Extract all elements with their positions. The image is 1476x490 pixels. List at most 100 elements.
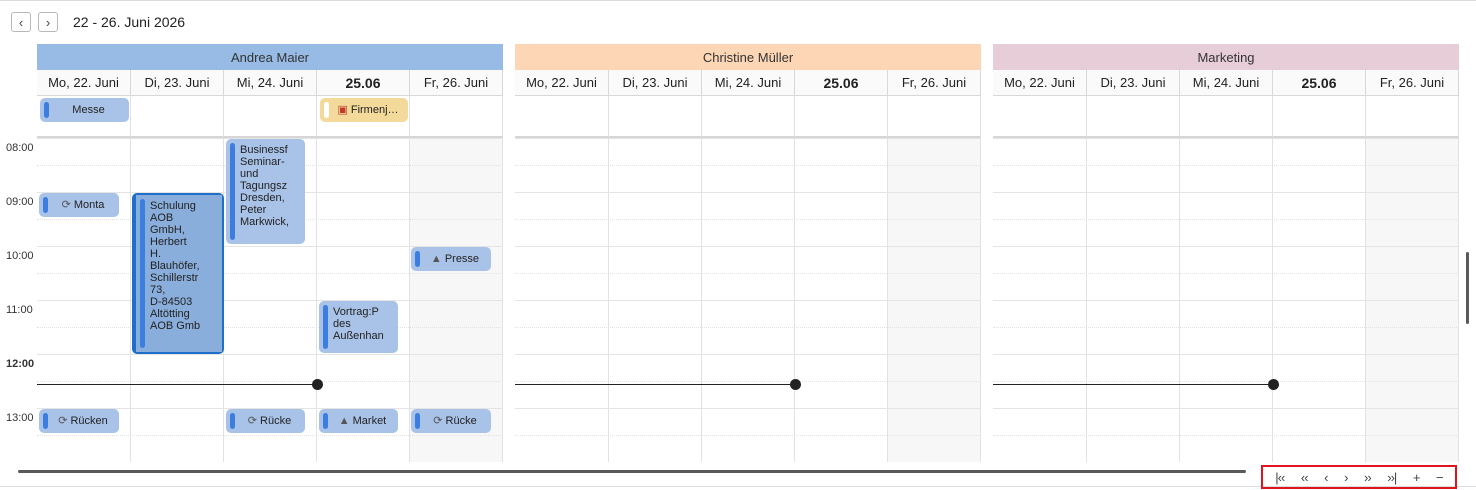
allday-cell[interactable] xyxy=(609,96,702,138)
vertical-scrollbar[interactable] xyxy=(1466,252,1469,324)
first-page-icon[interactable]: |‹‹ xyxy=(1275,470,1285,485)
half-hour-line xyxy=(993,165,1459,166)
day-header[interactable]: Di, 23. Juni xyxy=(1087,70,1180,96)
day-header[interactable]: Mo, 22. Juni xyxy=(993,70,1087,96)
day-header-today[interactable]: 25.06 xyxy=(795,70,888,96)
zoom-in-icon[interactable]: + xyxy=(1413,470,1421,485)
day-header[interactable]: Mo, 22. Juni xyxy=(515,70,609,96)
event-businessforum[interactable]: Businessf Seminar- und Tagungsz Dresden,… xyxy=(226,139,305,244)
half-hour-line xyxy=(515,165,981,166)
day-header[interactable]: Fr, 26. Juni xyxy=(410,70,503,96)
event-color-bar xyxy=(323,413,328,429)
allday-cell[interactable] xyxy=(993,96,1087,138)
refresh-icon: ⟳ xyxy=(433,415,443,427)
day-header[interactable]: Fr, 26. Juni xyxy=(1366,70,1459,96)
event-messe[interactable]: Messe xyxy=(40,98,129,122)
prev-week-button[interactable]: ‹ xyxy=(11,12,31,32)
day-header[interactable]: Mi, 24. Juni xyxy=(1180,70,1273,96)
event-title: Rücke xyxy=(260,415,292,427)
half-hour-line xyxy=(37,327,503,328)
hour-line xyxy=(993,354,1459,355)
allday-cell[interactable] xyxy=(888,96,981,138)
day-header[interactable]: Di, 23. Juni xyxy=(131,70,224,96)
now-indicator-line xyxy=(37,384,317,385)
bell-icon: ▲ xyxy=(430,253,442,265)
last-page-icon[interactable]: ››| xyxy=(1387,470,1397,485)
allday-cell[interactable] xyxy=(224,96,317,138)
hour-line xyxy=(515,300,981,301)
event-marketing[interactable]: ▲ Market xyxy=(319,409,398,433)
event-color-bar xyxy=(230,413,235,429)
hour-line xyxy=(993,192,1459,193)
resource-header[interactable]: Marketing xyxy=(993,44,1459,70)
allday-cell[interactable] xyxy=(702,96,795,138)
resource-header[interactable]: Andrea Maier xyxy=(37,44,503,70)
event-color-bar xyxy=(43,413,48,429)
event-title: Rücke xyxy=(445,415,477,427)
half-hour-line xyxy=(515,273,981,274)
chevron-right-icon: › xyxy=(45,14,51,30)
allday-cell[interactable] xyxy=(515,96,609,138)
event-schulung[interactable]: Schulung AOB GmbH, Herbert H. Blauhöfer,… xyxy=(132,193,224,354)
event-firmenjubilaeum[interactable]: ▣ Firmenj… xyxy=(320,98,408,122)
event-title: Presse xyxy=(444,253,480,265)
hour-line xyxy=(37,354,503,355)
event-color-bar xyxy=(415,413,420,429)
chevron-left-icon: ‹ xyxy=(18,14,24,30)
day-header-today[interactable]: 25.06 xyxy=(1273,70,1366,96)
bell-icon: ▲ xyxy=(338,415,350,427)
day-header[interactable]: Mi, 24. Juni xyxy=(224,70,317,96)
hour-line xyxy=(37,300,503,301)
day-header[interactable]: Mi, 24. Juni xyxy=(702,70,795,96)
fast-forward-icon[interactable]: ›› xyxy=(1364,470,1372,485)
allday-cell[interactable] xyxy=(131,96,224,138)
allday-cell[interactable] xyxy=(1366,96,1459,138)
day-header-today[interactable]: 25.06 xyxy=(317,70,410,96)
bottom-border xyxy=(0,486,1476,487)
refresh-icon: ⟳ xyxy=(61,199,71,211)
hour-line xyxy=(515,354,981,355)
allday-cell[interactable] xyxy=(1273,96,1366,138)
fast-back-icon[interactable]: ‹‹ xyxy=(1301,470,1309,485)
half-hour-line xyxy=(515,327,981,328)
event-title: Vortrag:P des Außenhan xyxy=(333,306,384,342)
allday-cell[interactable] xyxy=(1087,96,1180,138)
event-ruecken-mi[interactable]: ⟳ Rücke xyxy=(226,409,305,433)
event-monta[interactable]: ⟳ Monta xyxy=(39,193,119,217)
date-range-label: 22 - 26. Juni 2026 xyxy=(73,14,186,30)
event-vortrag[interactable]: Vortrag:P des Außenhan xyxy=(319,301,398,353)
event-presse[interactable]: ▲ Presse xyxy=(411,247,491,271)
event-color-bar xyxy=(415,251,420,267)
prev-icon[interactable]: ‹ xyxy=(1324,470,1328,485)
event-color-bar xyxy=(43,197,48,213)
half-hour-line xyxy=(37,273,503,274)
hour-line xyxy=(515,138,981,139)
allday-cell[interactable] xyxy=(410,96,503,138)
allday-cell[interactable] xyxy=(1180,96,1273,138)
hour-line xyxy=(515,408,981,409)
resource-group-christine: Christine Müller Mo, 22. Juni Di, 23. Ju… xyxy=(515,44,981,462)
resource-header[interactable]: Christine Müller xyxy=(515,44,981,70)
day-header[interactable]: Di, 23. Juni xyxy=(609,70,702,96)
event-color-bar xyxy=(230,143,235,240)
hour-line xyxy=(993,408,1459,409)
event-color-bar xyxy=(323,305,328,349)
event-ruecken-mo[interactable]: ⟳ Rücken xyxy=(39,409,119,433)
allday-cell[interactable] xyxy=(795,96,888,138)
event-ruecken-fr[interactable]: ⟳ Rücke xyxy=(411,409,491,433)
half-hour-line xyxy=(993,273,1459,274)
day-header[interactable]: Fr, 26. Juni xyxy=(888,70,981,96)
day-header[interactable]: Mo, 22. Juni xyxy=(37,70,131,96)
event-title: Schulung AOB GmbH, Herbert H. Blauhöfer,… xyxy=(150,200,201,332)
event-title: Monta xyxy=(73,199,105,211)
horizontal-scrollbar[interactable] xyxy=(18,470,1246,473)
zoom-out-icon[interactable]: − xyxy=(1436,470,1444,485)
briefcase-icon: ▣ xyxy=(337,104,348,116)
event-title: Market xyxy=(352,415,387,427)
half-hour-line xyxy=(515,381,981,382)
hour-line xyxy=(993,138,1459,139)
half-hour-line xyxy=(993,435,1459,436)
next-icon[interactable]: › xyxy=(1344,470,1348,485)
half-hour-line xyxy=(515,435,981,436)
next-week-button[interactable]: › xyxy=(38,12,58,32)
